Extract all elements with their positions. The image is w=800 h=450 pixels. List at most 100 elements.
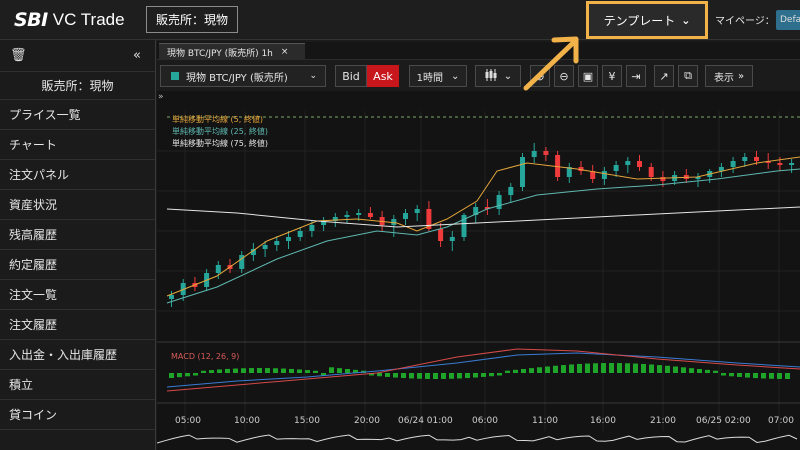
macd-histogram-bar [785, 373, 790, 379]
macd-histogram-bar [617, 363, 622, 373]
macd-histogram-bar [689, 368, 694, 373]
macd-histogram-bar [537, 367, 542, 373]
sidebar-item-accumulation[interactable]: 積立 [0, 370, 155, 400]
candle-body [613, 165, 619, 171]
macd-histogram-bar [497, 373, 502, 376]
candle-body [297, 231, 303, 237]
macd-histogram-bar [441, 373, 446, 379]
macd-histogram-bar [273, 368, 278, 373]
sidebar-item-order-list[interactable]: 注文一覧 [0, 280, 155, 310]
logo-sbi-text: SBI [14, 9, 48, 31]
template-dropdown-button[interactable]: テンプレート ⌄ [586, 1, 708, 39]
sidebar-item-order-panel[interactable]: 注文パネル [0, 160, 155, 190]
candle-body [637, 161, 642, 167]
bid-button[interactable]: Bid [335, 65, 367, 87]
sidebar-item-lending[interactable]: 貸コイン [0, 400, 155, 430]
macd-histogram-bar [513, 369, 518, 373]
macd-histogram-bar [657, 365, 662, 373]
macd-histogram-bar [281, 368, 286, 373]
sidebar-market-title: 販売所：現物 [0, 72, 155, 100]
candle-body [601, 171, 607, 179]
candle-body [286, 237, 291, 241]
symbol-label: 現物 BTC/JPY (販売所) [186, 72, 288, 84]
macd-histogram-bar [289, 368, 294, 373]
macd-histogram-bar [393, 373, 398, 378]
macd-histogram-bar [297, 369, 302, 373]
macd-histogram-bar [249, 368, 254, 373]
time-axis-label: 20:00 [354, 416, 380, 426]
candle-body [414, 209, 420, 213]
macd-histogram-bar [777, 373, 782, 379]
magnet-icon[interactable]: ¥ [602, 65, 622, 87]
chart-type-selector[interactable]: ⌄ [475, 65, 521, 87]
macd-histogram-bar [713, 370, 718, 373]
sidebar-item-assets[interactable]: 資産状況 [0, 190, 155, 220]
timeframe-selector[interactable]: 1時間 ⌄ [409, 65, 467, 87]
sidebar-item-order-history[interactable]: 注文履歴 [0, 310, 155, 340]
symbol-selector[interactable]: 現物 BTC/JPY (販売所) ⌄ [160, 65, 326, 87]
macd-histogram-bar [177, 373, 182, 378]
sidebar-tools: 🗑 « [0, 40, 155, 72]
macd-histogram-bar [473, 373, 478, 378]
account-badge[interactable]: Defa [776, 10, 800, 30]
sma-5-line [166, 156, 800, 297]
macd-histogram-bar [745, 373, 750, 378]
sidebar-item-price-list[interactable]: プライス一覧 [0, 100, 155, 130]
macd-histogram-bar [169, 373, 174, 378]
chevron-down-icon: ⌄ [503, 70, 513, 82]
macd-histogram-bar [329, 367, 334, 373]
macd-histogram-bar [665, 365, 670, 373]
trash-icon[interactable]: 🗑 [10, 48, 27, 63]
market-selector-button[interactable]: 販売所：現物 [146, 6, 238, 33]
macd-histogram-bar [585, 363, 590, 373]
display-settings-button[interactable]: 表示 » [705, 65, 753, 87]
expand-panel-icon[interactable]: » [158, 92, 164, 102]
macd-histogram-bar [761, 373, 766, 379]
top-header: SBI VC Trade 販売所：現物 テンプレート ⌄ マイページ： Defa [0, 0, 800, 40]
candle-body [531, 151, 537, 157]
template-label: テンプレート [603, 13, 676, 28]
candle-body [496, 195, 502, 209]
macd-histogram-bar [561, 365, 566, 373]
sbi-vc-trade-logo[interactable]: SBI VC Trade [14, 8, 125, 32]
sidebar-item-chart[interactable]: チャート [0, 130, 155, 160]
legend-sma-5: 単純移動平均線 (5, 終値) [172, 115, 263, 124]
macd-histogram-bar [377, 373, 382, 377]
macd-histogram-bar [417, 373, 422, 379]
chart-tab-strip: 現物 BTC/JPY (販売所) 1h × [157, 42, 800, 60]
macd-histogram-bar [209, 370, 214, 373]
macd-histogram-bar [697, 369, 702, 373]
sidebar-item-balance-history[interactable]: 残高履歴 [0, 220, 155, 250]
macd-histogram-bar [401, 373, 406, 379]
macd-histogram-bar [521, 368, 526, 373]
macd-histogram-bar [433, 373, 438, 379]
macd-histogram-bar [257, 368, 262, 373]
time-axis-label: 15:00 [294, 416, 320, 426]
macd-histogram-bar [409, 373, 414, 379]
add-indicator-icon[interactable]: ↗ [654, 65, 674, 87]
time-axis-label: 10:00 [234, 416, 260, 426]
sma-25-line [166, 168, 800, 304]
collapse-sidebar-icon[interactable]: « [133, 48, 141, 63]
macd-histogram-bar [457, 373, 462, 379]
macd-histogram-bar [769, 373, 774, 379]
macd-histogram-bar [233, 368, 238, 373]
macd-histogram-bar [625, 363, 630, 373]
tab-btc-jpy-chart[interactable]: 現物 BTC/JPY (販売所) 1h × [159, 43, 305, 60]
candle-body [648, 167, 654, 177]
macd-histogram-bar [345, 369, 350, 373]
macd-histogram-bar [721, 373, 726, 376]
display-label: 表示 [713, 72, 734, 84]
sidebar-item-deposit-history[interactable]: 入出金・入出庫履歴 [0, 340, 155, 370]
close-icon[interactable]: × [281, 47, 289, 57]
ask-button[interactable]: Ask [367, 65, 399, 87]
sidebar: 🗑 « 販売所：現物 プライス一覧 チャート 注文パネル 資産状況 残高履歴 約… [0, 40, 156, 450]
mypage-label: マイページ： [715, 16, 775, 27]
macd-histogram-bar [449, 373, 454, 379]
compare-icon[interactable]: ⧉ [678, 65, 698, 87]
macd-histogram-bar [641, 363, 646, 373]
scroll-to-latest-icon[interactable]: ⇥ [626, 65, 646, 87]
time-axis-label: 21:00 [650, 416, 676, 426]
candle-body [520, 157, 525, 187]
sidebar-item-execution-history[interactable]: 約定履歴 [0, 250, 155, 280]
